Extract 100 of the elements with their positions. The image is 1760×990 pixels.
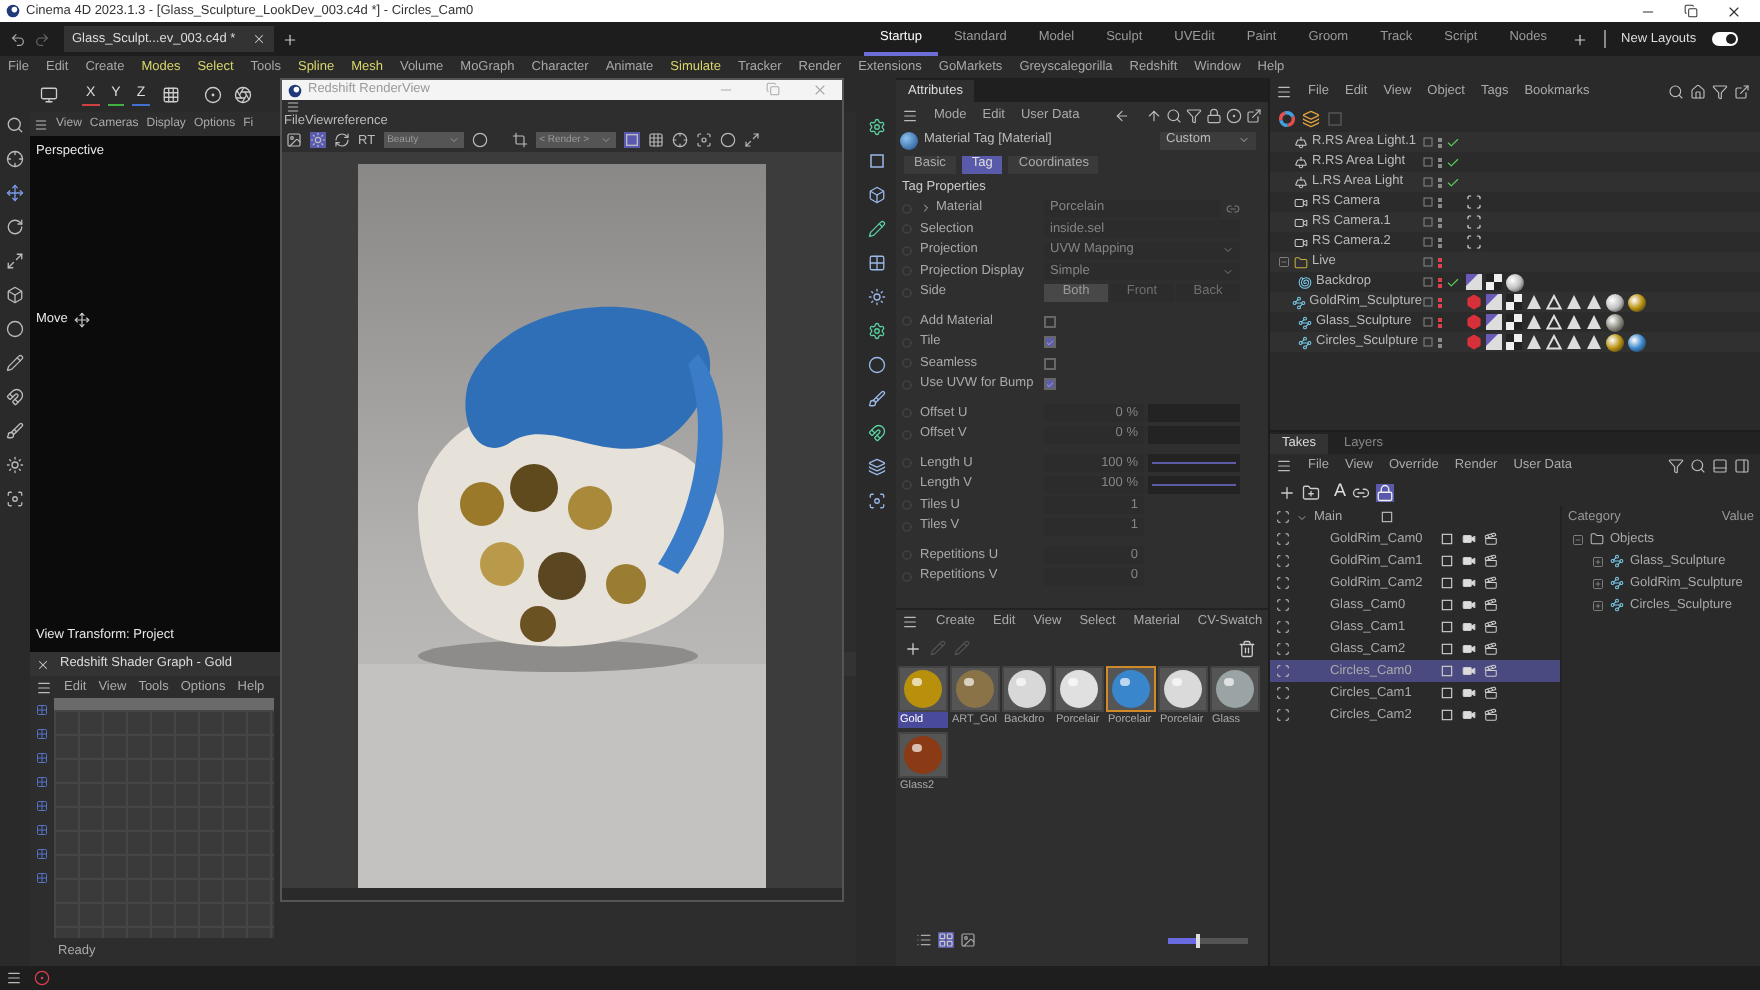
camera-icon[interactable] <box>1462 620 1476 634</box>
check-icon[interactable] <box>1446 175 1460 189</box>
layer-box-icon[interactable] <box>1422 136 1434 148</box>
cube-icon[interactable] <box>6 286 24 304</box>
checkbox-icon[interactable] <box>1440 532 1454 546</box>
pencil-icon[interactable] <box>6 354 24 372</box>
search-icon[interactable] <box>1668 83 1684 99</box>
node-tool-icon[interactable] <box>36 848 48 860</box>
circle-icon[interactable] <box>471 132 488 149</box>
check-icon[interactable] <box>1446 155 1460 169</box>
node-tool-icon[interactable] <box>36 824 48 836</box>
render-settings-icon[interactable] <box>1484 554 1498 568</box>
camera-icon[interactable] <box>1462 554 1476 568</box>
texture-tag-icon[interactable] <box>1486 314 1502 330</box>
add-icon[interactable] <box>904 639 922 657</box>
up-arrow-icon[interactable] <box>1146 107 1162 123</box>
viewfinder-icon[interactable] <box>1276 620 1290 634</box>
render-settings-icon[interactable] <box>1484 576 1498 590</box>
monitor-icon[interactable] <box>40 86 58 104</box>
checker-icon[interactable] <box>1506 334 1522 350</box>
node-tool-icon[interactable] <box>36 800 48 812</box>
layer-box-icon[interactable] <box>1422 176 1434 188</box>
auto-take-button[interactable]: A <box>1334 478 1347 506</box>
crop-icon[interactable] <box>511 132 528 149</box>
checkbox-icon[interactable] <box>1440 620 1454 634</box>
filter-icon[interactable] <box>1668 458 1684 474</box>
expand-icon[interactable] <box>1592 599 1604 611</box>
slider-track[interactable] <box>1148 454 1240 473</box>
cube-icon[interactable] <box>867 186 885 204</box>
grid-icon[interactable] <box>161 86 180 104</box>
menu-icon[interactable] <box>36 679 52 695</box>
home-icon[interactable] <box>1690 83 1706 99</box>
rotate-icon[interactable] <box>6 218 24 236</box>
lock-icon[interactable] <box>1376 483 1395 501</box>
node-tool-icon[interactable] <box>36 776 48 788</box>
move-icon[interactable] <box>6 184 24 202</box>
sun-icon[interactable] <box>867 288 885 306</box>
menu-icon[interactable] <box>6 970 22 986</box>
layer-box-icon[interactable] <box>1422 256 1434 268</box>
viewfinder-icon[interactable] <box>1276 686 1290 700</box>
magnet-icon[interactable] <box>6 388 24 406</box>
checker-icon[interactable] <box>1506 294 1522 310</box>
search-icon[interactable] <box>1166 107 1182 123</box>
crosshair-icon[interactable] <box>6 150 24 168</box>
image-icon[interactable] <box>286 132 302 149</box>
viewfinder-icon[interactable] <box>1276 532 1290 546</box>
camera-icon[interactable] <box>1462 642 1476 656</box>
grid-icon[interactable] <box>867 254 885 272</box>
zoom-slider[interactable] <box>1168 937 1248 943</box>
add-folder-icon[interactable] <box>1302 483 1320 501</box>
pencil-icon[interactable] <box>867 220 885 238</box>
panel-layout-icon[interactable] <box>1712 458 1728 474</box>
checkbox[interactable] <box>1044 336 1056 349</box>
new-layouts-toggle[interactable] <box>1712 32 1739 46</box>
viewfinder-icon[interactable] <box>1276 510 1290 524</box>
gear-icon[interactable] <box>867 322 885 340</box>
checkbox[interactable] <box>1044 315 1056 328</box>
search-icon[interactable] <box>1690 458 1706 474</box>
new-tab-icon[interactable] <box>281 31 298 47</box>
layer-box-icon[interactable] <box>1422 236 1434 248</box>
render-settings-icon[interactable] <box>1484 598 1498 612</box>
checkbox-icon[interactable] <box>1440 664 1454 678</box>
expand-icon[interactable] <box>1592 555 1604 567</box>
redo-icon[interactable] <box>34 31 50 47</box>
menu-icon[interactable] <box>1276 83 1292 99</box>
scale-icon[interactable] <box>6 252 24 270</box>
brush-icon[interactable] <box>6 422 24 440</box>
camera-icon[interactable] <box>1462 664 1476 678</box>
camera-icon[interactable] <box>1462 686 1476 700</box>
magnet-icon[interactable] <box>867 424 885 442</box>
checkbox-icon[interactable] <box>1440 686 1454 700</box>
collapse-icon[interactable] <box>1572 533 1584 545</box>
render-settings-icon[interactable] <box>1484 664 1498 678</box>
brush-icon[interactable] <box>867 390 885 408</box>
checkbox[interactable] <box>1044 378 1056 391</box>
layers-icon[interactable] <box>1302 109 1320 127</box>
camera-icon[interactable] <box>1462 598 1476 612</box>
focus-icon[interactable] <box>695 132 712 149</box>
expand-icon[interactable] <box>743 132 760 149</box>
layer-box-icon[interactable] <box>1422 336 1434 348</box>
checker-icon[interactable] <box>1486 274 1502 290</box>
viewfinder-icon[interactable] <box>1276 554 1290 568</box>
checkbox-icon[interactable] <box>1440 576 1454 590</box>
texture-tag-icon[interactable] <box>1486 334 1502 350</box>
checkbox-icon[interactable] <box>1440 598 1454 612</box>
render-settings-icon[interactable] <box>1484 642 1498 656</box>
node-tool-icon[interactable] <box>36 728 48 740</box>
checkbox-icon[interactable] <box>1440 642 1454 656</box>
viewfinder-icon[interactable] <box>1466 194 1482 210</box>
checkbox-icon[interactable] <box>1380 510 1395 524</box>
viewfinder-icon[interactable] <box>1276 708 1290 722</box>
layer-box-icon[interactable] <box>1422 276 1434 288</box>
menu-icon[interactable] <box>902 614 918 630</box>
node-tool-icon[interactable] <box>36 704 48 716</box>
viewfinder-icon[interactable] <box>1466 234 1482 250</box>
menu-icon[interactable] <box>1276 458 1292 474</box>
record-icon[interactable] <box>203 86 222 104</box>
collapse-icon[interactable] <box>1278 256 1290 268</box>
expand-icon[interactable] <box>1592 577 1604 589</box>
layers-icon[interactable] <box>867 458 885 476</box>
